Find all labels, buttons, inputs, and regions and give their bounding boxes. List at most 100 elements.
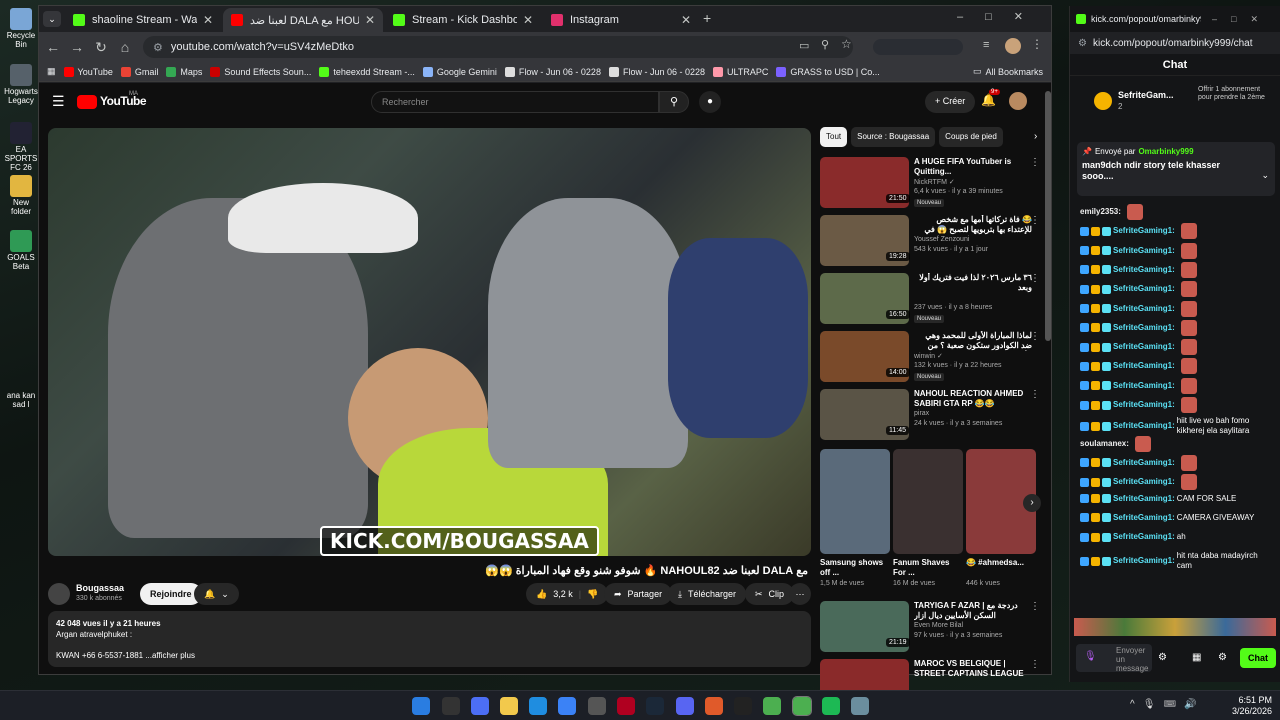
store-icon[interactable] <box>558 697 576 715</box>
close-icon[interactable]: ✕ <box>365 13 375 27</box>
chat-username[interactable]: SefriteGaming1: <box>1113 556 1175 566</box>
chat-message[interactable]: SefriteGaming1: CAM FOR SALE <box>1080 494 1272 504</box>
bookmark-item[interactable]: Sound Effects Soun... <box>210 66 311 77</box>
chat-username[interactable]: SefriteGaming1: <box>1113 400 1175 410</box>
notepad-icon[interactable] <box>851 697 869 715</box>
recommended-video[interactable]: 16:50 ٣٦ مارس ٢٠٢٦ لذا فيت فتريك أولا وبع… <box>820 273 1042 327</box>
account-avatar[interactable] <box>1009 92 1027 110</box>
recommended-video[interactable]: 21:19 TARYIGA F AZAR | دردجة مع السكن الأ… <box>820 601 1042 655</box>
bookmark-item[interactable]: YouTube <box>63 66 113 77</box>
chat-username[interactable]: SefriteGaming1: <box>1113 532 1175 542</box>
microphone-icon[interactable]: 🎙 <box>1084 651 1097 662</box>
desktop-icon-recycle-bin[interactable]: Recycle Bin <box>2 8 40 50</box>
gear-icon[interactable]: ⚙ <box>1218 652 1227 663</box>
chat-username[interactable]: SefriteGaming1: <box>1113 246 1175 256</box>
bookmark-item[interactable]: Flow - Jun 06 - 0228 <box>504 66 601 77</box>
file-explorer-icon[interactable] <box>500 697 518 715</box>
desktop-icon-hogwarts[interactable]: Hogwarts Legacy <box>2 64 40 106</box>
menu-lines-icon[interactable]: ≡ <box>983 39 989 51</box>
more-actions-icon[interactable]: ⋯ <box>789 583 811 605</box>
app-icon[interactable] <box>617 697 635 715</box>
recommended-video[interactable]: 14:00 لماذا المباراة الأولى للمحمد وهي ضد… <box>820 331 1042 385</box>
chat-message[interactable]: SefriteGaming1: <box>1080 377 1272 394</box>
desktop-icon-fc26[interactable]: EA SPORTS FC 26 <box>2 122 40 172</box>
more-options-icon[interactable]: ⋮ <box>1030 389 1040 400</box>
channel-name[interactable]: Bougassaa <box>76 583 124 593</box>
all-bookmarks[interactable]: ▭ All Bookmarks <box>973 66 1043 77</box>
chat-message[interactable]: SefriteGaming1: <box>1080 339 1272 356</box>
subscribe-bell-button[interactable]: 🔔 ⌄ <box>194 583 239 605</box>
gift-icon[interactable]: ▦ <box>1192 652 1201 663</box>
chat-message[interactable]: emily2353: <box>1080 204 1272 220</box>
discord-icon[interactable] <box>676 697 694 715</box>
epic-games-icon[interactable] <box>734 697 752 715</box>
desktop-icon-goals[interactable]: GOALS Beta <box>2 230 40 272</box>
more-options-icon[interactable]: ⋮ <box>1030 157 1040 168</box>
window-controls[interactable]: –□✕ <box>1212 14 1272 25</box>
chip-source[interactable]: Source : Bougassaa <box>851 127 936 147</box>
tab-search-icon[interactable]: ⌄ <box>43 11 61 27</box>
copilot-icon[interactable] <box>471 697 489 715</box>
create-button[interactable]: + Créer <box>925 91 976 113</box>
youtube-logo-text[interactable]: YouTube <box>100 94 147 108</box>
recommended-video[interactable]: 11:45 NAHOUL REACTION AHMED SABIRI GTA RP… <box>820 389 1042 443</box>
recommended-video[interactable]: 19:28 😂 فاة تركاتها أمها مع شخص للإعتداء … <box>820 215 1042 269</box>
chat-username[interactable]: SefriteGaming1: <box>1113 284 1175 294</box>
chat-message[interactable]: SefriteGaming1: <box>1080 300 1272 317</box>
window-controls[interactable]: –□✕ <box>957 10 1045 23</box>
search-input[interactable]: Rechercher <box>371 91 659 113</box>
install-icon[interactable]: ▭ <box>799 39 809 52</box>
share-button[interactable]: ➦ Partager <box>604 583 673 605</box>
chat-username[interactable]: SefriteGaming1: <box>1113 304 1175 314</box>
back-arrow-icon[interactable]: ← <box>41 39 65 55</box>
chat-username[interactable]: emily2353: <box>1080 207 1121 217</box>
kebab-menu-icon[interactable]: ⋮ <box>1031 37 1043 51</box>
steam-icon[interactable] <box>646 697 664 715</box>
chat-username[interactable]: SefriteGaming1: <box>1113 323 1175 333</box>
new-tab-plus-icon[interactable]: + <box>703 10 711 26</box>
youtube-logo-icon[interactable] <box>77 95 97 109</box>
chat-message[interactable]: SefriteGaming1: <box>1080 474 1272 491</box>
bookmark-item[interactable]: Flow - Jun 06 - 0228 <box>608 66 705 77</box>
bookmark-star-icon[interactable]: ☆ <box>841 37 852 51</box>
close-icon[interactable]: ✕ <box>203 13 213 27</box>
chat-username[interactable]: SefriteGaming1: <box>1113 513 1175 523</box>
spotify-icon[interactable] <box>822 697 840 715</box>
kick-address-bar[interactable]: ⚙ kick.com/popout/omarbinky999/chat <box>1070 32 1280 54</box>
chat-message[interactable]: SefriteGaming1: CAMERA GIVEAWAY <box>1080 513 1272 523</box>
chat-message[interactable]: SefriteGaming1: hit nta daba madayirch ca… <box>1080 551 1272 571</box>
chat-message[interactable]: soulamanex: <box>1080 435 1272 452</box>
emote-strip[interactable] <box>1074 618 1276 636</box>
site-info-icon[interactable]: ⚙ <box>153 41 163 54</box>
bookmark-item[interactable]: Google Gemini <box>422 66 497 77</box>
settings-gear-icon[interactable]: ⚙ <box>1158 652 1167 663</box>
desktop-icon-text[interactable]: ana kan sad l <box>2 391 40 410</box>
hamburger-menu-icon[interactable]: ☰ <box>52 93 65 110</box>
chat-message[interactable]: SefriteGaming1: <box>1080 223 1272 240</box>
extensions-area[interactable] <box>873 39 963 55</box>
chrome-icon[interactable] <box>763 697 781 715</box>
clip-button[interactable]: ✂ Clip <box>745 583 795 605</box>
microphone-icon[interactable]: ● <box>699 91 721 113</box>
tab-kick-dashboard[interactable]: Stream - Kick Dashboard✕ <box>385 8 541 32</box>
app-icon[interactable] <box>588 697 606 715</box>
apps-grid-icon[interactable]: ▦ <box>47 66 56 77</box>
chat-username[interactable]: SefriteGaming1: <box>1113 381 1175 391</box>
chat-message[interactable]: SefriteGaming1: <box>1080 454 1272 471</box>
more-options-icon[interactable]: ⋮ <box>1030 273 1040 284</box>
chip-kicks[interactable]: Coups de pied <box>939 127 1003 147</box>
chat-message[interactable]: SefriteGaming1: hiit live wo bah fomo kik… <box>1080 416 1272 436</box>
tab-instagram[interactable]: Instagram ✕ <box>543 8 699 32</box>
chat-username[interactable]: SefriteGaming1: <box>1113 458 1175 468</box>
chrome-icon-active[interactable] <box>792 696 812 716</box>
chat-username[interactable]: SefriteGaming1: <box>1113 265 1175 275</box>
like-button[interactable]: 👍 3,2 k | 👎 <box>526 583 609 605</box>
short-video[interactable]: 😂 #ahmedsa... 446 k vues <box>966 449 1036 587</box>
gift-leader-name[interactable]: SefriteGam... <box>1118 90 1174 100</box>
more-options-icon[interactable]: ⋮ <box>1030 215 1040 226</box>
chat-message[interactable]: SefriteGaming1: <box>1080 281 1272 298</box>
address-bar[interactable]: ⚙ youtube.com/watch?v=uSV4zMeDtko <box>143 36 853 58</box>
chat-username[interactable]: SefriteGaming1: <box>1113 421 1175 431</box>
chip-all[interactable]: Tout <box>820 127 848 147</box>
desktop-icon-new-folder[interactable]: New folder <box>2 175 40 217</box>
